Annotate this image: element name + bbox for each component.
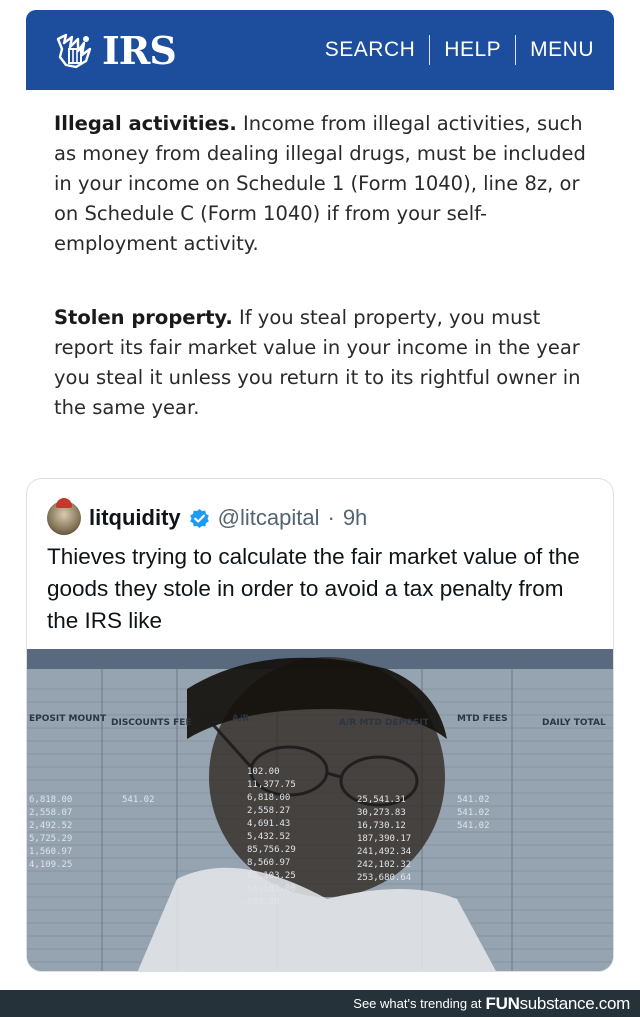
media-figure-value: 6,818.00 [247, 793, 290, 803]
media-figure-value: 5,432.52 [247, 832, 290, 842]
nav-help-link[interactable]: HELP [430, 38, 515, 62]
footer-prefix: See what's trending at [353, 996, 482, 1011]
media-header-label: DISCOUNTS FEE [111, 718, 192, 728]
irs-wordmark: IRS [102, 27, 177, 73]
media-header-label: A/R [232, 714, 249, 724]
verified-badge-icon [189, 508, 209, 528]
irs-header-bar: IRS SEARCH HELP MENU [26, 10, 614, 90]
media-header-label: MTD FEES [457, 714, 508, 724]
media-figure-value: 241,492.34 [357, 847, 411, 857]
media-figure-value: 2,492.52 [29, 821, 72, 831]
spreadsheet-overlay-image: EPOSIT MOUNT DISCOUNTS FEE A/R A/R MTD DEPO… [27, 649, 613, 971]
media-figure-value: 4,691.43 [247, 819, 290, 829]
media-figure-value: 62,103.25 [247, 871, 296, 881]
media-figure-value: 187,390.17 [357, 834, 411, 844]
footer-brand-rest: substance.com [519, 993, 631, 1013]
footer-bar[interactable]: See what's trending at FUNsubstance.com [0, 990, 640, 1017]
media-figure-value: 541.02 [457, 821, 490, 831]
tweet-separator: · [327, 505, 335, 530]
media-figure-value: 1,560.97 [29, 847, 72, 857]
media-figure-value: 2,558.07 [29, 808, 72, 818]
media-figure-value: 4,109.25 [29, 860, 72, 870]
media-figure-value: 11,377.75 [247, 780, 296, 790]
media-figure-value: 5,725.29 [29, 834, 72, 844]
stolen-property-heading: Stolen property. [54, 306, 233, 329]
media-figure-value: 2,558.27 [247, 806, 290, 816]
media-figure-value: 54,102.00 [247, 884, 296, 894]
media-figure-value: 889.98 [247, 897, 280, 907]
tweet-text: Thieves trying to calculate the fair mar… [47, 544, 580, 633]
media-figure-value: 16,730.12 [357, 821, 406, 831]
media-figure-value: 25,541.31 [357, 795, 406, 805]
stolen-property-paragraph: Stolen property. If you steal property, … [54, 303, 594, 423]
nav-search-link[interactable]: SEARCH [311, 38, 430, 62]
tweet-timestamp[interactable]: 9h [343, 505, 367, 531]
footer-brand[interactable]: FUNsubstance.com [485, 993, 631, 1014]
illegal-activities-paragraph: Illegal activities. Income from illegal … [54, 109, 594, 259]
media-figure-value: 253,680.64 [357, 873, 411, 883]
media-figure-value: 85,756.29 [247, 845, 296, 855]
irs-nav: SEARCH HELP MENU [311, 10, 608, 90]
media-figure-value: 242,102.32 [357, 860, 411, 870]
media-header-label: DAILY TOTAL [542, 718, 606, 728]
nav-divider [515, 35, 517, 65]
irs-eagle-icon [56, 33, 92, 69]
media-header-label: EPOSIT MOUNT [29, 714, 107, 724]
footer-brand-bold: FUN [485, 993, 520, 1013]
media-figure-value: 541.02 [457, 795, 490, 805]
media-header-label: A/R MTD DEPOSIT [339, 718, 430, 728]
media-figure-value: 8,560.97 [247, 858, 290, 868]
nav-divider [429, 35, 431, 65]
quoted-tweet-card[interactable]: litquidity @litcapital · 9h Thieves tryi… [26, 478, 614, 972]
irs-logo[interactable]: IRS [52, 27, 177, 73]
tweet-media-image[interactable]: EPOSIT MOUNT DISCOUNTS FEE A/R A/R MTD DEPO… [27, 649, 613, 971]
media-figure-value: 541.02 [122, 795, 155, 805]
tweet-author-name[interactable]: litquidity [89, 505, 181, 531]
media-figure-value: 541.02 [457, 808, 490, 818]
media-figure-value: 102.00 [247, 767, 280, 777]
illegal-activities-heading: Illegal activities. [54, 112, 237, 135]
media-figure-value: 6,818.00 [29, 795, 72, 805]
tweet-header: litquidity @litcapital · 9h [47, 498, 367, 535]
media-figure-value: 30,273.83 [357, 808, 406, 818]
tweet-handle[interactable]: @litcapital [218, 505, 320, 531]
nav-menu-link[interactable]: MENU [516, 38, 608, 62]
avatar[interactable] [47, 498, 81, 535]
